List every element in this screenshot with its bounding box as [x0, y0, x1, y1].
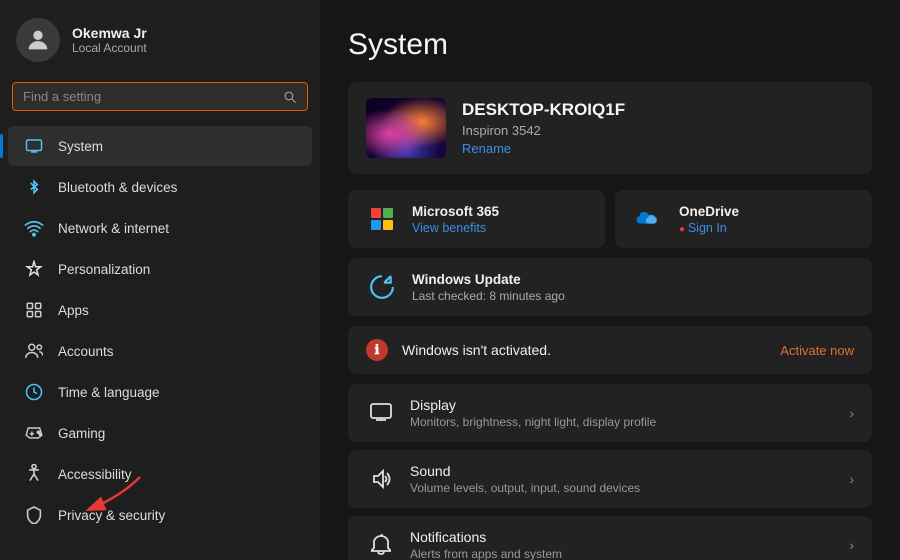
- sound-icon: [366, 464, 396, 494]
- sound-chevron-icon: ›: [849, 471, 854, 487]
- microsoft365-icon: [366, 203, 398, 235]
- display-title: Display: [410, 397, 835, 413]
- display-subtitle: Monitors, brightness, night light, displ…: [410, 415, 835, 429]
- notifications-chevron-icon: ›: [849, 537, 854, 553]
- sidebar-item-system-label: System: [58, 139, 103, 154]
- accessibility-icon: [24, 464, 44, 484]
- notifications-icon: [366, 530, 396, 560]
- onedrive-text: OneDrive ● Sign In: [679, 204, 739, 235]
- windows-update-row[interactable]: Windows Update Last checked: 8 minutes a…: [348, 258, 872, 316]
- microsoft365-title: Microsoft 365: [412, 204, 499, 219]
- onedrive-icon: [633, 203, 665, 235]
- sound-settings-row[interactable]: Sound Volume levels, output, input, soun…: [348, 450, 872, 508]
- sidebar: Okemwa Jr Local Account: [0, 0, 320, 560]
- warning-icon: ℹ: [366, 339, 388, 361]
- services-row: Microsoft 365 View benefits OneDrive ● S…: [348, 190, 872, 248]
- sidebar-item-time-label: Time & language: [58, 385, 160, 400]
- sidebar-item-accounts[interactable]: Accounts: [8, 331, 312, 371]
- sidebar-item-apps-label: Apps: [58, 303, 89, 318]
- microsoft365-card[interactable]: Microsoft 365 View benefits: [348, 190, 605, 248]
- windows-update-subtitle: Last checked: 8 minutes ago: [412, 289, 565, 303]
- sidebar-item-bluetooth[interactable]: Bluetooth & devices: [8, 167, 312, 207]
- notifications-title: Notifications: [410, 529, 835, 545]
- device-name: DESKTOP-KROIQ1F: [462, 100, 625, 120]
- sidebar-item-network[interactable]: Network & internet: [8, 208, 312, 248]
- sidebar-item-privacy[interactable]: Privacy & security: [8, 495, 312, 535]
- main-content: System DESKTOP-KROIQ1F Inspiron 3542 Ren…: [320, 0, 900, 560]
- page-title: System: [348, 28, 872, 62]
- activation-warning-row[interactable]: ℹ Windows isn't activated. Activate now: [348, 326, 872, 374]
- apps-icon: [24, 300, 44, 320]
- sidebar-item-time[interactable]: Time & language: [8, 372, 312, 412]
- sidebar-item-gaming-label: Gaming: [58, 426, 105, 441]
- nav-list: System Bluetooth & devices: [0, 121, 320, 560]
- search-box-wrapper[interactable]: [12, 82, 308, 111]
- search-container: [0, 76, 320, 121]
- personalization-icon: [24, 259, 44, 279]
- gaming-icon: [24, 423, 44, 443]
- user-section: Okemwa Jr Local Account: [0, 0, 320, 76]
- device-model: Inspiron 3542: [462, 123, 625, 138]
- windows-update-icon: [366, 271, 398, 303]
- notifications-subtitle: Alerts from apps and system: [410, 547, 835, 560]
- sidebar-item-accounts-label: Accounts: [58, 344, 114, 359]
- device-card: DESKTOP-KROIQ1F Inspiron 3542 Rename: [348, 82, 872, 174]
- device-info: DESKTOP-KROIQ1F Inspiron 3542 Rename: [462, 100, 625, 156]
- windows-update-text: Windows Update Last checked: 8 minutes a…: [412, 272, 565, 303]
- sidebar-item-accessibility-label: Accessibility: [58, 467, 132, 482]
- system-icon: [24, 136, 44, 156]
- microsoft365-text: Microsoft 365 View benefits: [412, 204, 499, 235]
- display-settings-row[interactable]: Display Monitors, brightness, night ligh…: [348, 384, 872, 442]
- time-icon: [24, 382, 44, 402]
- sound-title: Sound: [410, 463, 835, 479]
- onedrive-signin[interactable]: ● Sign In: [679, 221, 739, 235]
- onedrive-title: OneDrive: [679, 204, 739, 219]
- sidebar-item-apps[interactable]: Apps: [8, 290, 312, 330]
- user-role: Local Account: [72, 41, 147, 55]
- sidebar-item-personalization-label: Personalization: [58, 262, 150, 277]
- sidebar-item-system[interactable]: System: [8, 126, 312, 166]
- accounts-icon: [24, 341, 44, 361]
- notifications-settings-text: Notifications Alerts from apps and syste…: [410, 529, 835, 560]
- user-icon: [24, 26, 52, 54]
- windows-update-title: Windows Update: [412, 272, 565, 287]
- sound-subtitle: Volume levels, output, input, sound devi…: [410, 481, 835, 495]
- warning-text: Windows isn't activated.: [402, 342, 766, 358]
- user-info: Okemwa Jr Local Account: [72, 25, 147, 55]
- onedrive-dot: ●: [679, 224, 688, 235]
- sidebar-item-privacy-label: Privacy & security: [58, 508, 165, 523]
- device-thumbnail-graphic: [366, 98, 446, 158]
- sidebar-item-personalization[interactable]: Personalization: [8, 249, 312, 289]
- search-icon: [283, 90, 297, 104]
- onedrive-card[interactable]: OneDrive ● Sign In: [615, 190, 872, 248]
- sidebar-item-accessibility[interactable]: Accessibility: [8, 454, 312, 494]
- notifications-settings-row[interactable]: Notifications Alerts from apps and syste…: [348, 516, 872, 560]
- sidebar-item-gaming[interactable]: Gaming: [8, 413, 312, 453]
- privacy-icon: [24, 505, 44, 525]
- display-icon: [366, 398, 396, 428]
- sound-settings-text: Sound Volume levels, output, input, soun…: [410, 463, 835, 495]
- activate-now-button[interactable]: Activate now: [780, 343, 854, 358]
- user-name: Okemwa Jr: [72, 25, 147, 41]
- sidebar-item-bluetooth-label: Bluetooth & devices: [58, 180, 177, 195]
- network-icon: [24, 218, 44, 238]
- display-chevron-icon: ›: [849, 405, 854, 421]
- search-input[interactable]: [23, 89, 283, 104]
- display-settings-text: Display Monitors, brightness, night ligh…: [410, 397, 835, 429]
- sidebar-item-network-label: Network & internet: [58, 221, 169, 236]
- microsoft365-action[interactable]: View benefits: [412, 221, 499, 235]
- bluetooth-icon: [24, 177, 44, 197]
- device-thumbnail: [366, 98, 446, 158]
- device-rename-button[interactable]: Rename: [462, 141, 625, 156]
- avatar: [16, 18, 60, 62]
